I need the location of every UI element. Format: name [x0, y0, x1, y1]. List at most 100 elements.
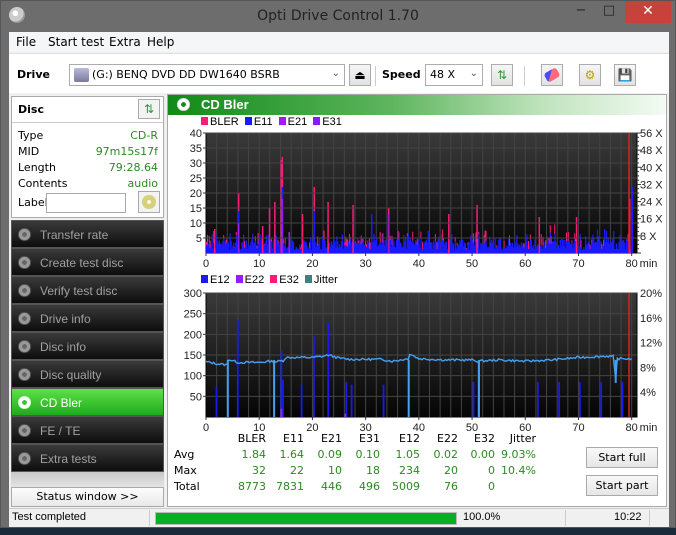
bler-bar — [478, 231, 480, 235]
bler-bar — [368, 238, 370, 249]
bler-bar — [528, 241, 530, 250]
disc-label-button[interactable] — [138, 191, 160, 213]
erase-button[interactable] — [541, 64, 563, 86]
menu-file[interactable]: File — [16, 35, 36, 49]
bler-peak-bar — [327, 202, 329, 253]
y2-tick-label: 12% — [640, 338, 662, 350]
field-key: Contents — [18, 177, 68, 190]
disc-icon — [142, 195, 156, 209]
bler-bar — [456, 242, 458, 246]
nav-item-verify-test-disc[interactable]: Verify test disc — [11, 276, 164, 304]
menu-help[interactable]: Help — [147, 35, 174, 49]
nav-item-label: Create test disc — [40, 256, 124, 270]
disc-type-row: Type CD-R — [18, 129, 158, 145]
bler-bar — [589, 244, 591, 250]
eject-button[interactable]: ⏏ — [349, 64, 371, 86]
minimize-button[interactable]: − — [568, 1, 594, 23]
bler-bar — [571, 240, 573, 243]
panel-header: CD Bler — [168, 95, 666, 115]
e11-peak-bar — [386, 214, 389, 253]
y-tick-label: 300 — [184, 288, 202, 300]
nav-item-drive-info[interactable]: Drive info — [11, 304, 164, 332]
stats-cell: 20 — [444, 464, 458, 477]
x-tick-label: 80 — [626, 258, 638, 270]
e12-spike-bar — [382, 384, 385, 417]
bler-peak-bar — [213, 229, 216, 253]
e12-spike-bar — [345, 381, 348, 417]
stats-cell: 10 — [328, 464, 342, 477]
e12-spike-bar — [215, 387, 218, 417]
statusbar-divider — [565, 510, 566, 526]
nav-item-transfer-rate[interactable]: Transfer rate — [11, 220, 164, 248]
e12-spike-bar — [600, 381, 603, 417]
save-button[interactable]: 💾 — [614, 64, 636, 86]
status-window-button[interactable]: Status window >> — [11, 487, 164, 507]
stats-cell: 0.09 — [317, 448, 343, 461]
stats-cell: 234 — [399, 464, 420, 477]
settings-button[interactable]: ⚙ — [579, 64, 601, 86]
menu-extra[interactable]: Extra — [109, 35, 141, 49]
bler-bar — [412, 231, 414, 241]
e12-spike-bar — [536, 381, 539, 417]
stats-column-header: Jitter — [509, 432, 536, 445]
bler-bar — [416, 239, 418, 245]
bler-bar — [379, 231, 381, 243]
bler-bar — [309, 242, 311, 248]
bler-bar — [420, 231, 422, 238]
maximize-button[interactable]: □ — [596, 1, 622, 23]
nav-item-fe-te[interactable]: FE / TE — [11, 416, 164, 444]
bler-peak-bar — [261, 226, 264, 253]
bler-peak-bar — [448, 214, 450, 253]
label-input[interactable] — [46, 193, 126, 213]
menu-start-test[interactable]: Start test — [48, 35, 104, 49]
y2-tick-label: 16% — [640, 313, 662, 325]
nav-item-disc-quality[interactable]: Disc quality — [11, 360, 164, 388]
disc-refresh-button[interactable]: ⇅ — [138, 99, 160, 119]
client-area: File Start test Extra Help Drive (G:) BE… — [9, 32, 669, 527]
bler-bar — [256, 245, 258, 249]
stats-cell: 9.03% — [501, 448, 536, 461]
nav-item-label: Drive info — [40, 312, 91, 326]
stats-column-header: E31 — [359, 432, 380, 445]
e31-peak-bar — [281, 199, 284, 253]
nav-item-create-test-disc[interactable]: Create test disc — [11, 248, 164, 276]
y-tick-label: 35 — [190, 143, 202, 155]
nav-item-disc-info[interactable]: Disc info — [11, 332, 164, 360]
y2-tick-label: 24 X — [640, 197, 663, 209]
bler-bar — [496, 245, 498, 248]
nav-item-cd-bler[interactable]: CD Bler — [11, 388, 164, 416]
close-button[interactable]: ✕ — [625, 1, 671, 23]
bler-bar — [567, 232, 569, 241]
bler-bar — [406, 233, 408, 237]
refresh-icon: ⇅ — [143, 102, 155, 116]
bler-peak-bar — [274, 202, 276, 253]
x-tick-label: 40 — [413, 258, 425, 270]
bler-peak-bar — [352, 205, 354, 253]
stats-cell: 22 — [290, 464, 304, 477]
x-tick-label: 30 — [360, 258, 372, 270]
bler-bar — [348, 233, 350, 245]
stats-cell: 446 — [321, 480, 342, 493]
label-key: Label — [18, 196, 48, 209]
start-full-button[interactable]: Start full — [586, 447, 658, 468]
bler-bar — [263, 243, 265, 245]
speed-select[interactable]: 48 X ⌄ — [425, 64, 483, 86]
bler-bar — [588, 243, 590, 245]
y2-tick-label: 8% — [640, 362, 656, 374]
legend-swatch — [201, 275, 208, 283]
disc-contents-row: Contents audio — [18, 177, 158, 193]
e22-spike-bar — [344, 413, 347, 417]
x-axis-unit: min — [640, 258, 658, 270]
bler-bar — [344, 242, 346, 246]
y-tick-label: 200 — [184, 329, 202, 341]
settings-icon: ⚙ — [584, 68, 596, 82]
y2-tick-label: 56 X — [640, 128, 663, 140]
nav-item-extra-tests[interactable]: Extra tests — [11, 444, 164, 472]
field-value: CD-R — [130, 129, 158, 142]
start-part-button[interactable]: Start part — [586, 475, 658, 496]
stats-cell: 0.02 — [433, 448, 459, 461]
drive-select[interactable]: (G:) BENQ DVD DD DW1640 BSRB ⌄ — [69, 64, 345, 86]
legend-swatch — [304, 275, 312, 283]
y-tick-label: 20 — [190, 188, 202, 200]
refresh-speed-button[interactable]: ⇅ — [491, 64, 513, 86]
